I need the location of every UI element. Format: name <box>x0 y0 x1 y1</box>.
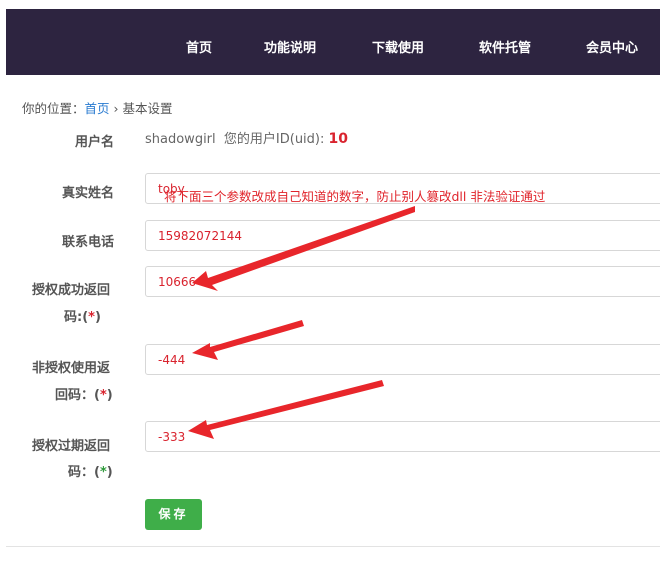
annotation-arrows <box>188 206 415 439</box>
arrow-3-icon <box>188 380 384 439</box>
bottom-divider <box>6 546 660 547</box>
annotation-text: 将下面三个参数改成自己知道的数字，防止别人篡改dll 非法验证通过 <box>164 189 546 204</box>
save-button[interactable]: 保存 <box>145 499 202 530</box>
arrow-1-icon <box>192 206 415 291</box>
arrow-2-icon <box>192 320 304 360</box>
